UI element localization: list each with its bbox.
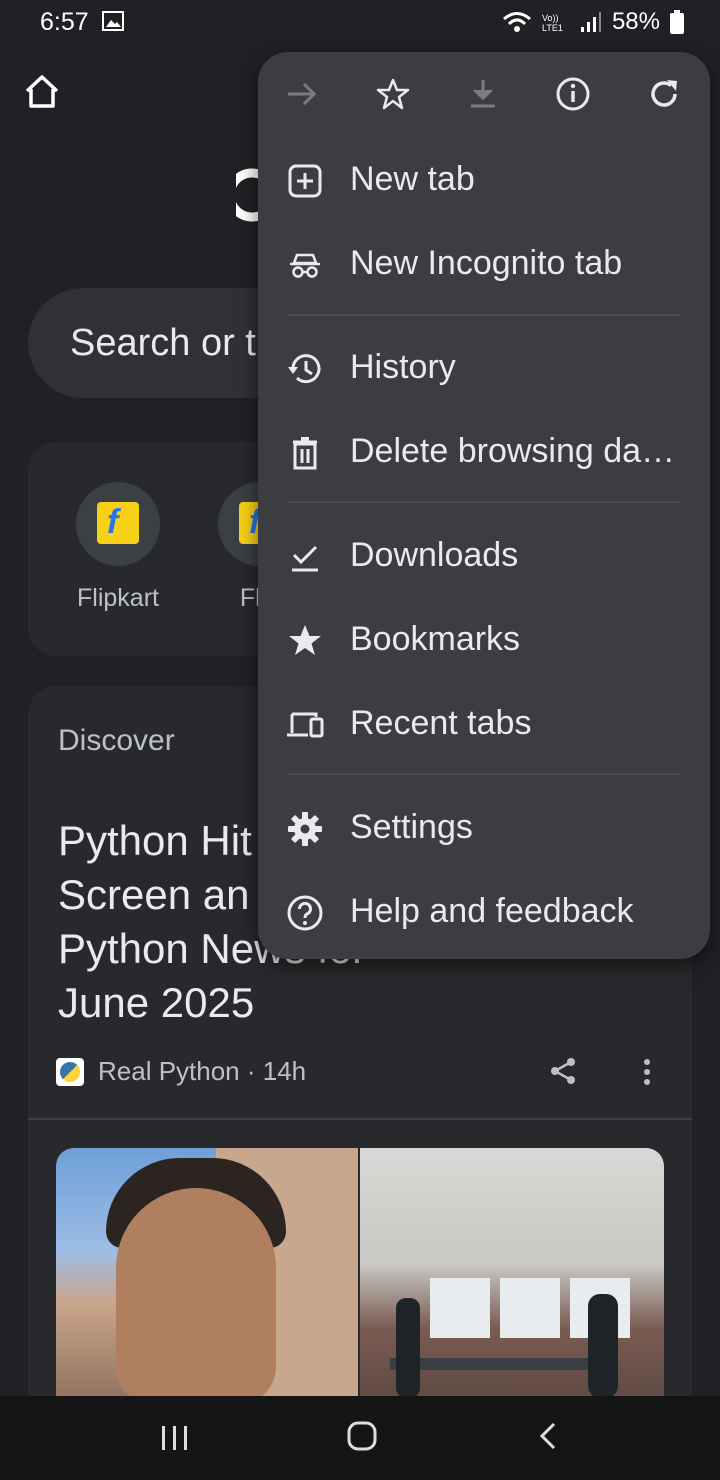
real-python-logo-icon [56,1057,84,1086]
svg-text:Vo)): Vo)) [542,13,559,23]
menu-item-new-tab[interactable]: New tab [258,138,710,222]
bookmarks-star-icon [289,625,321,655]
thumbnail-left [56,1148,358,1406]
forward-icon[interactable] [284,76,320,112]
share-icon[interactable] [548,1056,578,1086]
gallery-icon [102,11,124,31]
system-nav-bar [0,1396,720,1480]
shortcut-label: Flipkart [77,584,159,612]
new-tab-icon [288,164,322,198]
back-icon[interactable] [536,1420,560,1452]
menu-divider [288,501,680,503]
menu-item-label: Delete browsing da… [350,432,676,470]
lte-icon: Vo)) LTE1 [542,13,563,33]
headline-line: June 2025 [58,979,255,1026]
menu-item-new-incognito-tab[interactable]: New Incognito tab [258,222,710,306]
article-source: Real Python · 14h [56,1056,306,1087]
menu-item-recent-tabs[interactable]: Recent tabs [258,682,710,766]
menu-item-label: Settings [350,808,473,846]
menu-divider [288,773,680,775]
menu-divider [288,314,680,316]
source-label: Real Python · 14h [98,1056,307,1086]
card-divider [28,1118,692,1120]
menu-item-help-and-feedback[interactable]: Help and feedback [258,870,710,954]
status-icons: Vo)) LTE1 58% [502,8,684,36]
search-placeholder: Search or t [70,322,256,364]
settings-gear-icon [288,812,322,846]
clock: 6:57 [40,8,89,36]
signal-icon [580,12,601,32]
battery-icon [670,10,684,34]
menu-toolbar [258,52,710,142]
downloads-check-icon [292,545,318,572]
menu-item-label: Downloads [350,536,519,574]
incognito-icon [290,253,320,278]
menu-item-delete-browsing-data[interactable]: Delete browsing da… [258,410,710,494]
home-icon[interactable] [22,72,62,112]
download-icon[interactable] [465,76,501,112]
menu-item-settings[interactable]: Settings [258,786,710,870]
refresh-icon[interactable] [646,76,682,112]
overflow-menu: New tab New Incognito tab History Delete… [258,52,710,959]
trash-icon [293,437,317,470]
help-icon [287,895,323,931]
more-options-icon[interactable] [640,1058,654,1086]
menu-item-label: New tab [350,160,475,198]
history-icon [288,354,321,384]
shortcut-flipkart[interactable]: f Flipkart [58,482,178,613]
article-thumbnail[interactable] [56,1148,664,1406]
menu-item-label: Recent tabs [350,704,532,742]
menu-item-downloads[interactable]: Downloads [258,514,710,598]
svg-text:LTE1: LTE1 [542,23,563,33]
menu-item-bookmarks[interactable]: Bookmarks [258,598,710,682]
menu-item-history[interactable]: History [258,326,710,410]
recents-icon[interactable] [160,1424,190,1452]
menu-item-label: Help and feedback [350,892,634,930]
star-icon[interactable] [375,76,411,112]
discover-title: Discover [58,724,175,757]
devices-icon [287,712,324,738]
nav-home-icon[interactable] [346,1420,378,1452]
flipkart-icon: f [76,482,160,566]
info-icon[interactable] [555,76,591,112]
status-bar: 6:57 Vo)) LTE1 58% [0,0,720,44]
menu-item-label: History [350,348,456,386]
wifi-icon [502,12,531,32]
menu-item-label: Bookmarks [350,620,521,658]
battery-percent: 58% [611,8,660,35]
thumbnail-right [360,1148,664,1406]
menu-item-label: New Incognito tab [350,244,623,282]
